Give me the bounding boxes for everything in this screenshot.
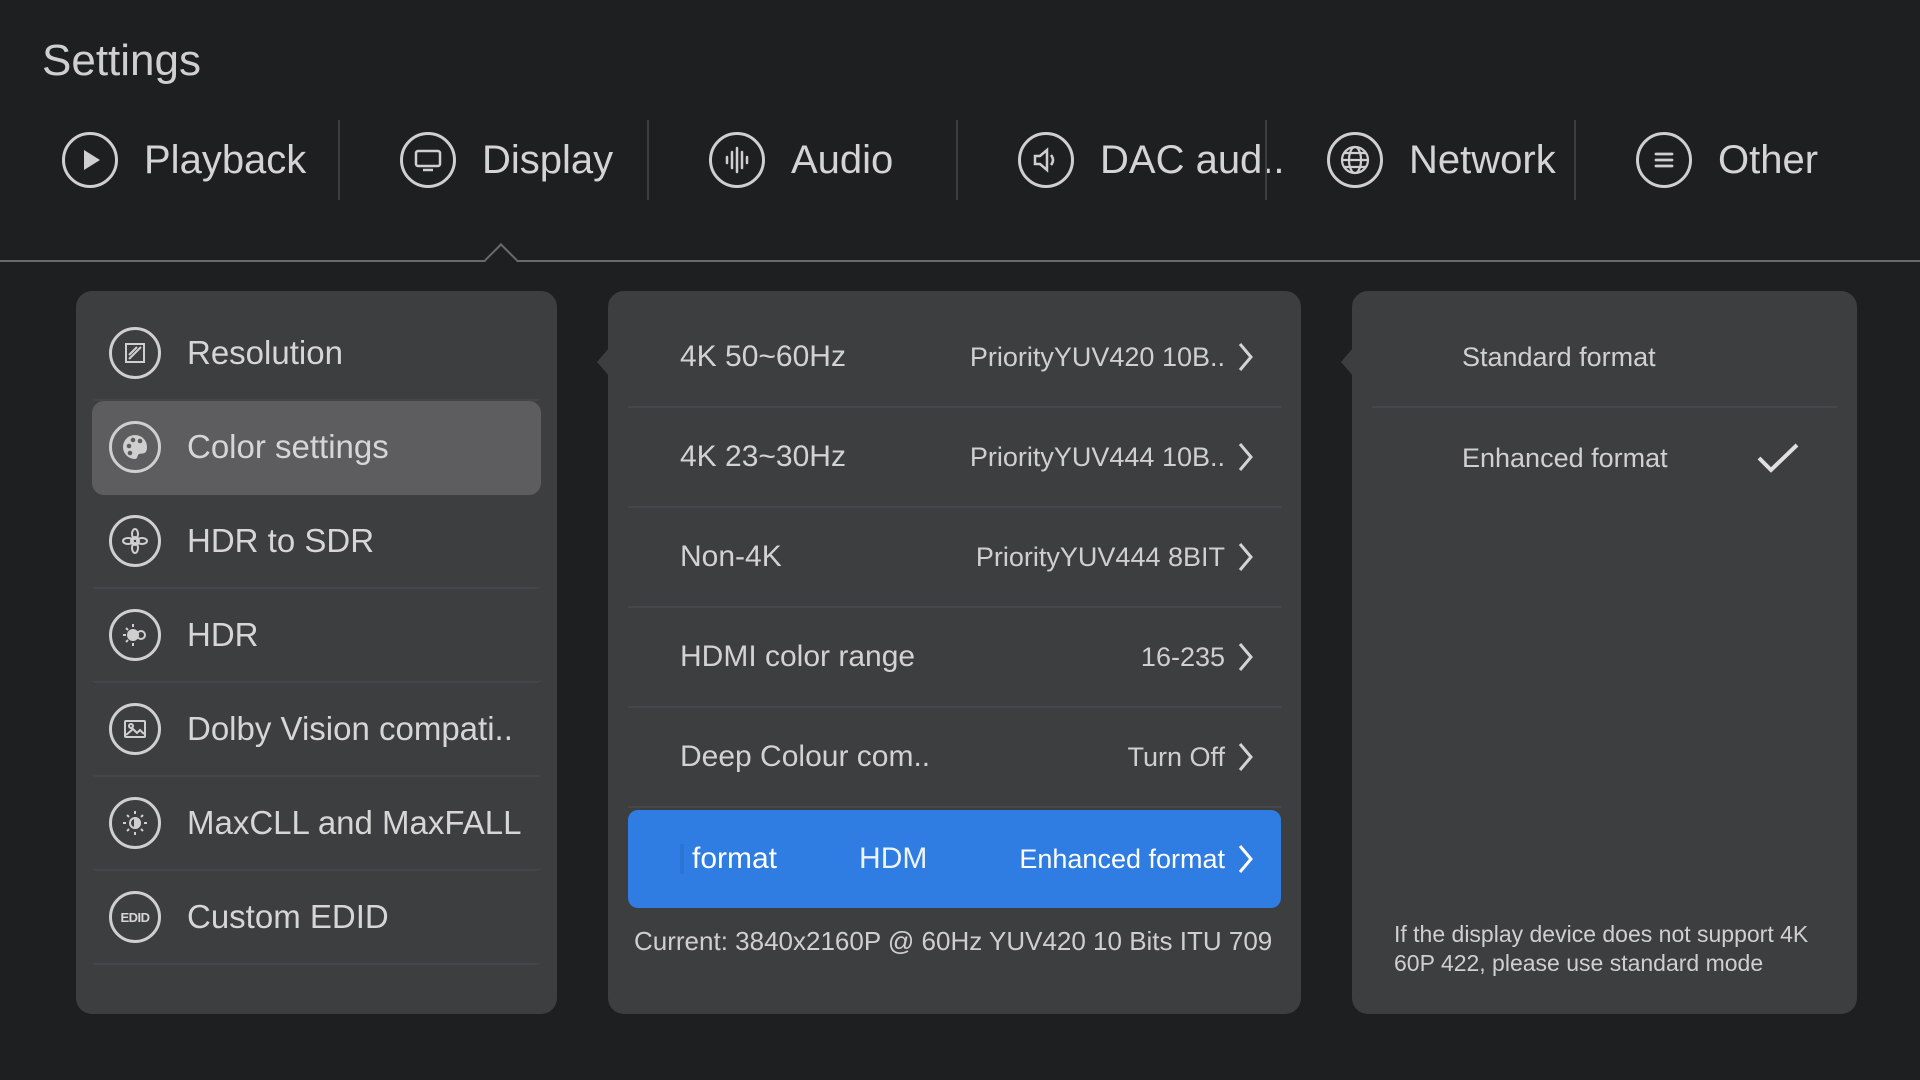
- row-label: Deep Colour com..: [680, 740, 931, 773]
- menu-item-hdr-to-sdr[interactable]: HDR to SDR: [92, 495, 541, 589]
- row-value: PriorityYUV444 8BIT: [975, 541, 1225, 572]
- scroll-marker: [680, 844, 684, 874]
- tab-dac-audio[interactable]: DAC aud..: [956, 118, 1285, 202]
- row-label: Non-4K: [680, 540, 782, 573]
- color-settings-panel: 4K 50~60Hz PriorityYUV420 10B.. 4K 23~30…: [608, 291, 1301, 1014]
- selected-label-part2: HDM: [859, 842, 928, 875]
- tab-label: Display: [482, 137, 614, 182]
- row-label: 4K 23~30Hz: [680, 440, 846, 473]
- tab-label: DAC aud..: [1100, 137, 1285, 182]
- menu-item-dolby-vision[interactable]: Dolby Vision compati..: [92, 683, 541, 777]
- option-standard-format[interactable]: Standard format: [1372, 308, 1837, 408]
- chevron-right-icon: [1238, 543, 1253, 571]
- row-4k-23-30hz[interactable]: 4K 23~30Hz PriorityYUV444 10B..: [628, 408, 1281, 508]
- selected-row-label: format HDM: [680, 842, 927, 876]
- menu-item-color-settings[interactable]: Color settings: [92, 401, 541, 495]
- tab-label: Other: [1718, 137, 1819, 182]
- tab-playback[interactable]: Playback: [0, 118, 338, 202]
- option-enhanced-format[interactable]: Enhanced format: [1372, 408, 1837, 508]
- row-non-4k[interactable]: Non-4K PriorityYUV444 8BIT: [628, 508, 1281, 608]
- option-label: Standard format: [1462, 341, 1656, 372]
- tab-label: Network: [1409, 137, 1556, 182]
- row-label: 4K 50~60Hz: [680, 340, 846, 373]
- monitor-icon: [400, 132, 456, 188]
- chevron-right-icon: [1238, 443, 1253, 471]
- picture-icon: [109, 703, 161, 755]
- chevron-right-icon: [1238, 343, 1253, 371]
- palette-icon: [109, 421, 161, 473]
- format-options-panel: Standard format Enhanced format If the d…: [1352, 291, 1857, 1014]
- row-value: PriorityYUV444 10B..: [969, 441, 1225, 472]
- menu-lines-icon: [1636, 132, 1692, 188]
- menu-item-label: HDR: [187, 616, 259, 653]
- option-label: Enhanced format: [1462, 442, 1668, 473]
- resolution-icon: [109, 327, 161, 379]
- display-menu-panel: Resolution Color settings HDR to SDR HDR…: [76, 291, 557, 1014]
- menu-item-label: Resolution: [187, 334, 343, 371]
- page-title: Settings: [42, 36, 201, 85]
- active-tab-indicator: [484, 243, 518, 277]
- row-value: 16-235: [1140, 641, 1225, 672]
- chevron-right-icon: [1238, 643, 1253, 671]
- tab-network[interactable]: Network: [1265, 118, 1574, 202]
- checkmark-icon: [1757, 443, 1799, 473]
- row-4k-50-60hz[interactable]: 4K 50~60Hz PriorityYUV420 10B..: [628, 308, 1281, 408]
- menu-item-maxcll[interactable]: MaxCLL and MaxFALL: [92, 777, 541, 871]
- tab-display[interactable]: Display: [338, 118, 647, 202]
- row-label: HDMI color range: [680, 640, 916, 673]
- tab-audio[interactable]: Audio: [647, 118, 956, 202]
- brightness-icon: [109, 797, 161, 849]
- menu-item-custom-edid[interactable]: EDID Custom EDID: [92, 871, 541, 965]
- tab-divider: [0, 260, 1920, 262]
- tab-label: Audio: [791, 137, 894, 182]
- row-hdmi-format-selected[interactable]: format HDM Enhanced format: [628, 810, 1281, 908]
- format-hint-text: If the display device does not support 4…: [1394, 921, 1809, 976]
- menu-item-label: MaxCLL and MaxFALL: [187, 804, 522, 841]
- play-icon: [62, 132, 118, 188]
- tab-label: Playback: [144, 137, 307, 182]
- tab-other[interactable]: Other: [1574, 118, 1883, 202]
- chevron-right-icon: [1238, 743, 1253, 771]
- row-value: PriorityYUV420 10B..: [969, 341, 1225, 372]
- speaker-icon: [1018, 132, 1074, 188]
- current-signal-info: Current: 3840x2160P @ 60Hz YUV420 10 Bit…: [634, 926, 1273, 956]
- menu-item-label: Color settings: [187, 428, 389, 465]
- menu-item-hdr[interactable]: HDR: [92, 589, 541, 683]
- edid-icon-text: EDID: [120, 909, 150, 925]
- audio-waveform-icon: [709, 132, 765, 188]
- menu-item-resolution[interactable]: Resolution: [92, 307, 541, 401]
- menu-item-label: Dolby Vision compati..: [187, 710, 513, 747]
- chevron-right-icon: [1238, 845, 1253, 873]
- top-tab-bar: Playback Display Audio DAC aud.. Network…: [0, 118, 1920, 202]
- row-value: Turn Off: [1127, 741, 1225, 772]
- row-deep-colour[interactable]: Deep Colour com.. Turn Off: [628, 708, 1281, 808]
- aperture-icon: [109, 515, 161, 567]
- hdr-sun-icon: [109, 609, 161, 661]
- row-value: Enhanced format: [1019, 843, 1225, 874]
- globe-icon: [1327, 132, 1383, 188]
- edid-icon: EDID: [109, 891, 161, 943]
- selected-label-part1: format: [692, 842, 778, 875]
- menu-item-label: Custom EDID: [187, 898, 389, 935]
- row-hdmi-color-range[interactable]: HDMI color range 16-235: [628, 608, 1281, 708]
- menu-item-label: HDR to SDR: [187, 522, 375, 559]
